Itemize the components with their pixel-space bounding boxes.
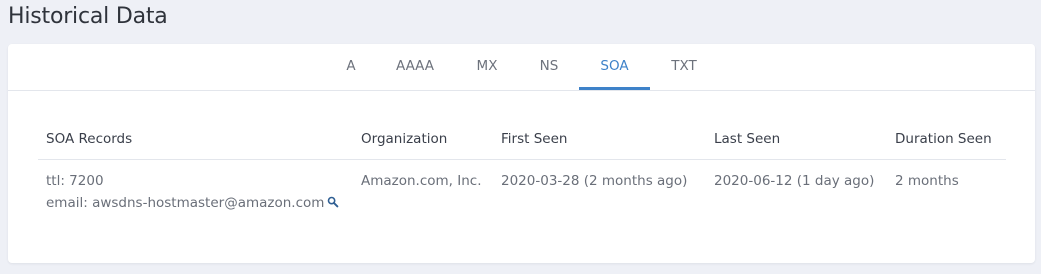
soa-ttl: ttl: 7200 [46,173,104,189]
tab-aaaa[interactable]: AAAA [390,44,440,90]
column-header-soa-records: SOA Records [46,131,133,147]
tab-mx[interactable]: MX [467,44,507,90]
tab-ns[interactable]: NS [529,44,569,90]
column-header-organization: Organization [361,131,448,147]
organization-cell: Amazon.com, Inc. [361,173,482,189]
tab-txt[interactable]: TXT [664,44,704,90]
tab-soa[interactable]: SOA [579,44,650,90]
duration-seen-cell: 2 months [895,173,959,189]
soa-email-line: email: awsdns-hostmaster@amazon.com [46,192,339,214]
column-header-last-seen: Last Seen [714,131,781,147]
historical-data-card: A AAAA MX NS SOA TXT SOA Records Organiz… [8,44,1035,263]
page-title: Historical Data [8,4,168,29]
column-header-first-seen: First Seen [501,131,568,147]
last-seen-cell: 2020-06-12 (1 day ago) [714,173,875,189]
table-header: SOA Records Organization First Seen Last… [38,120,1006,160]
soa-records-table: SOA Records Organization First Seen Last… [38,120,1006,220]
tab-a[interactable]: A [331,44,371,90]
record-type-tabs: A AAAA MX NS SOA TXT [8,44,1035,91]
column-header-duration-seen: Duration Seen [895,131,992,147]
table-row: ttl: 7200 email: awsdns-hostmaster@amazo… [38,160,1006,220]
search-icon[interactable] [327,193,339,208]
soa-email: email: awsdns-hostmaster@amazon.com [46,195,325,211]
first-seen-cell: 2020-03-28 (2 months ago) [501,173,688,189]
soa-record-cell: ttl: 7200 email: awsdns-hostmaster@amazo… [46,170,339,214]
